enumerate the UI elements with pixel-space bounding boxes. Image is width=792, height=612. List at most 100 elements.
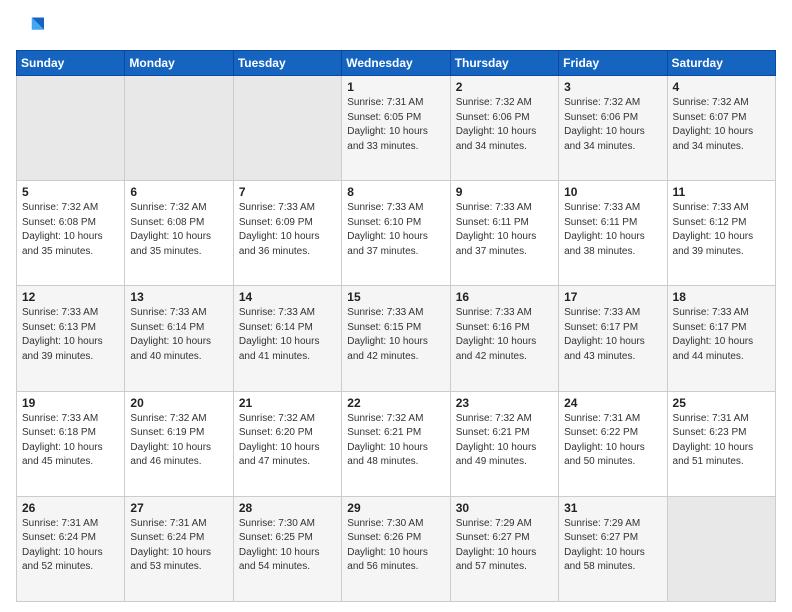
day-number: 12 bbox=[22, 290, 119, 304]
calendar-cell: 22 Sunrise: 7:32 AM Sunset: 6:21 PM Dayli… bbox=[342, 391, 450, 496]
day-number: 3 bbox=[564, 80, 661, 94]
day-number: 11 bbox=[673, 185, 770, 199]
day-info: Sunrise: 7:31 AM Sunset: 6:22 PM Dayligh… bbox=[564, 412, 661, 470]
day-number: 16 bbox=[456, 290, 553, 304]
calendar-cell: 23 Sunrise: 7:32 AM Sunset: 6:21 PM Dayli… bbox=[450, 391, 558, 496]
calendar-cell: 10Sunrise: 7:33 AM Sunset: 6:11 PM Dayli… bbox=[559, 181, 667, 286]
header bbox=[16, 14, 776, 42]
day-info: Sunrise: 7:33 AM Sunset: 6:10 PM Dayligh… bbox=[347, 201, 444, 259]
calendar-week-row: 1 Sunrise: 7:31 AM Sunset: 6:05 PM Daylig… bbox=[17, 76, 776, 181]
calendar-cell: 8 Sunrise: 7:33 AM Sunset: 6:10 PM Daylig… bbox=[342, 181, 450, 286]
day-info: Sunrise: 7:32 AM Sunset: 6:08 PM Dayligh… bbox=[22, 201, 119, 259]
calendar-week-row: 19Sunrise: 7:33 AM Sunset: 6:18 PM Dayli… bbox=[17, 391, 776, 496]
header-cell-thursday: Thursday bbox=[450, 51, 558, 76]
calendar-week-row: 12 Sunrise: 7:33 AM Sunset: 6:13 PM Dayli… bbox=[17, 286, 776, 391]
day-number: 22 bbox=[347, 396, 444, 410]
calendar-cell: 21Sunrise: 7:32 AM Sunset: 6:20 PM Dayli… bbox=[233, 391, 341, 496]
day-info: Sunrise: 7:32 AM Sunset: 6:06 PM Dayligh… bbox=[456, 96, 553, 154]
day-number: 27 bbox=[130, 501, 227, 515]
day-info: Sunrise: 7:31 AM Sunset: 6:24 PM Dayligh… bbox=[22, 517, 119, 575]
day-number: 14 bbox=[239, 290, 336, 304]
calendar-cell: 3 Sunrise: 7:32 AM Sunset: 6:06 PM Daylig… bbox=[559, 76, 667, 181]
day-info: Sunrise: 7:32 AM Sunset: 6:08 PM Dayligh… bbox=[130, 201, 227, 259]
calendar-cell: 30 Sunrise: 7:29 AM Sunset: 6:27 PM Dayli… bbox=[450, 496, 558, 601]
calendar-header: SundayMondayTuesdayWednesdayThursdayFrid… bbox=[17, 51, 776, 76]
calendar-cell: 18 Sunrise: 7:33 AM Sunset: 6:17 PM Dayli… bbox=[667, 286, 775, 391]
calendar-cell: 9Sunrise: 7:33 AM Sunset: 6:11 PM Daylig… bbox=[450, 181, 558, 286]
day-info: Sunrise: 7:33 AM Sunset: 6:17 PM Dayligh… bbox=[673, 306, 770, 364]
header-cell-tuesday: Tuesday bbox=[233, 51, 341, 76]
day-number: 5 bbox=[22, 185, 119, 199]
day-number: 2 bbox=[456, 80, 553, 94]
day-number: 25 bbox=[673, 396, 770, 410]
calendar-cell: 15 Sunrise: 7:33 AM Sunset: 6:15 PM Dayli… bbox=[342, 286, 450, 391]
day-info: Sunrise: 7:31 AM Sunset: 6:05 PM Dayligh… bbox=[347, 96, 444, 154]
day-number: 30 bbox=[456, 501, 553, 515]
day-info: Sunrise: 7:33 AM Sunset: 6:09 PM Dayligh… bbox=[239, 201, 336, 259]
calendar-cell: 12 Sunrise: 7:33 AM Sunset: 6:13 PM Dayli… bbox=[17, 286, 125, 391]
day-number: 20 bbox=[130, 396, 227, 410]
day-info: Sunrise: 7:33 AM Sunset: 6:15 PM Dayligh… bbox=[347, 306, 444, 364]
day-info: Sunrise: 7:32 AM Sunset: 6:21 PM Dayligh… bbox=[456, 412, 553, 470]
header-cell-sunday: Sunday bbox=[17, 51, 125, 76]
day-info: Sunrise: 7:29 AM Sunset: 6:27 PM Dayligh… bbox=[564, 517, 661, 575]
logo bbox=[16, 14, 46, 42]
calendar-table: SundayMondayTuesdayWednesdayThursdayFrid… bbox=[16, 50, 776, 602]
calendar-cell: 25Sunrise: 7:31 AM Sunset: 6:23 PM Dayli… bbox=[667, 391, 775, 496]
day-info: Sunrise: 7:33 AM Sunset: 6:17 PM Dayligh… bbox=[564, 306, 661, 364]
header-cell-monday: Monday bbox=[125, 51, 233, 76]
day-info: Sunrise: 7:32 AM Sunset: 6:06 PM Dayligh… bbox=[564, 96, 661, 154]
day-info: Sunrise: 7:32 AM Sunset: 6:07 PM Dayligh… bbox=[673, 96, 770, 154]
day-number: 15 bbox=[347, 290, 444, 304]
calendar-cell: 4 Sunrise: 7:32 AM Sunset: 6:07 PM Daylig… bbox=[667, 76, 775, 181]
day-info: Sunrise: 7:33 AM Sunset: 6:13 PM Dayligh… bbox=[22, 306, 119, 364]
calendar-cell: 16Sunrise: 7:33 AM Sunset: 6:16 PM Dayli… bbox=[450, 286, 558, 391]
calendar-cell bbox=[233, 76, 341, 181]
calendar-cell bbox=[17, 76, 125, 181]
day-number: 7 bbox=[239, 185, 336, 199]
day-number: 26 bbox=[22, 501, 119, 515]
calendar-cell: 5 Sunrise: 7:32 AM Sunset: 6:08 PM Daylig… bbox=[17, 181, 125, 286]
calendar-cell: 26 Sunrise: 7:31 AM Sunset: 6:24 PM Dayli… bbox=[17, 496, 125, 601]
day-info: Sunrise: 7:31 AM Sunset: 6:24 PM Dayligh… bbox=[130, 517, 227, 575]
day-number: 18 bbox=[673, 290, 770, 304]
header-row: SundayMondayTuesdayWednesdayThursdayFrid… bbox=[17, 51, 776, 76]
calendar-cell: 29Sunrise: 7:30 AM Sunset: 6:26 PM Dayli… bbox=[342, 496, 450, 601]
calendar-week-row: 5 Sunrise: 7:32 AM Sunset: 6:08 PM Daylig… bbox=[17, 181, 776, 286]
day-info: Sunrise: 7:32 AM Sunset: 6:21 PM Dayligh… bbox=[347, 412, 444, 470]
calendar-cell: 14Sunrise: 7:33 AM Sunset: 6:14 PM Dayli… bbox=[233, 286, 341, 391]
calendar-cell: 1 Sunrise: 7:31 AM Sunset: 6:05 PM Daylig… bbox=[342, 76, 450, 181]
calendar-cell: 6Sunrise: 7:32 AM Sunset: 6:08 PM Daylig… bbox=[125, 181, 233, 286]
day-info: Sunrise: 7:30 AM Sunset: 6:25 PM Dayligh… bbox=[239, 517, 336, 575]
calendar-cell: 27 Sunrise: 7:31 AM Sunset: 6:24 PM Dayli… bbox=[125, 496, 233, 601]
day-number: 23 bbox=[456, 396, 553, 410]
day-number: 21 bbox=[239, 396, 336, 410]
day-number: 10 bbox=[564, 185, 661, 199]
calendar-cell bbox=[125, 76, 233, 181]
header-cell-friday: Friday bbox=[559, 51, 667, 76]
day-number: 31 bbox=[564, 501, 661, 515]
calendar-body: 1 Sunrise: 7:31 AM Sunset: 6:05 PM Daylig… bbox=[17, 76, 776, 602]
day-number: 17 bbox=[564, 290, 661, 304]
day-info: Sunrise: 7:33 AM Sunset: 6:12 PM Dayligh… bbox=[673, 201, 770, 259]
day-info: Sunrise: 7:33 AM Sunset: 6:14 PM Dayligh… bbox=[130, 306, 227, 364]
calendar-cell: 17 Sunrise: 7:33 AM Sunset: 6:17 PM Dayli… bbox=[559, 286, 667, 391]
calendar-cell: 28 Sunrise: 7:30 AM Sunset: 6:25 PM Dayli… bbox=[233, 496, 341, 601]
calendar-cell: 31 Sunrise: 7:29 AM Sunset: 6:27 PM Dayli… bbox=[559, 496, 667, 601]
day-number: 1 bbox=[347, 80, 444, 94]
calendar-cell: 24 Sunrise: 7:31 AM Sunset: 6:22 PM Dayli… bbox=[559, 391, 667, 496]
day-number: 8 bbox=[347, 185, 444, 199]
day-info: Sunrise: 7:33 AM Sunset: 6:18 PM Dayligh… bbox=[22, 412, 119, 470]
day-info: Sunrise: 7:29 AM Sunset: 6:27 PM Dayligh… bbox=[456, 517, 553, 575]
day-number: 24 bbox=[564, 396, 661, 410]
day-number: 28 bbox=[239, 501, 336, 515]
day-info: Sunrise: 7:33 AM Sunset: 6:11 PM Dayligh… bbox=[456, 201, 553, 259]
calendar-cell: 13Sunrise: 7:33 AM Sunset: 6:14 PM Dayli… bbox=[125, 286, 233, 391]
calendar-cell: 7 Sunrise: 7:33 AM Sunset: 6:09 PM Daylig… bbox=[233, 181, 341, 286]
calendar-week-row: 26 Sunrise: 7:31 AM Sunset: 6:24 PM Dayli… bbox=[17, 496, 776, 601]
calendar-cell: 19Sunrise: 7:33 AM Sunset: 6:18 PM Dayli… bbox=[17, 391, 125, 496]
day-info: Sunrise: 7:32 AM Sunset: 6:19 PM Dayligh… bbox=[130, 412, 227, 470]
day-number: 4 bbox=[673, 80, 770, 94]
calendar-cell: 20 Sunrise: 7:32 AM Sunset: 6:19 PM Dayli… bbox=[125, 391, 233, 496]
calendar-cell bbox=[667, 496, 775, 601]
